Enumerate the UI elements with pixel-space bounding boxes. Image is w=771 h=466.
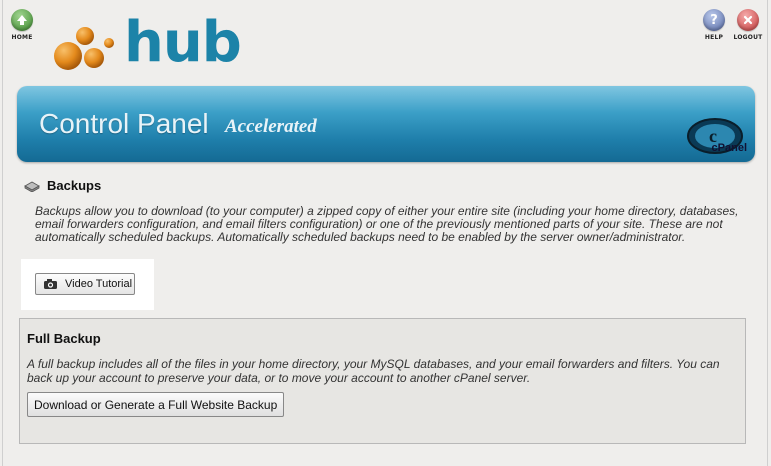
video-tutorial-button[interactable]: Video Tutorial	[35, 273, 135, 295]
banner-brand: cPanel	[711, 142, 747, 154]
logout-button[interactable]: LOGOUT	[730, 9, 766, 41]
full-backup-panel: Full Backup A full backup includes all o…	[19, 318, 746, 444]
full-backup-description: A full backup includes all of the files …	[27, 357, 720, 385]
video-tutorial-label: Video Tutorial	[65, 278, 133, 290]
backup-disk-icon	[24, 181, 40, 192]
logout-label: LOGOUT	[733, 34, 763, 41]
control-panel-banner: Control Panel Accelerated c cPanel	[17, 86, 755, 162]
section-title: Backups	[47, 178, 102, 193]
banner-title: Control Panel	[39, 108, 209, 139]
site-logo: hub	[52, 10, 252, 80]
full-backup-button[interactable]: Download or Generate a Full Website Back…	[27, 392, 285, 417]
help-icon: ?	[703, 9, 725, 31]
home-button[interactable]: HOME	[4, 9, 40, 41]
video-tutorial-highlight: Video Tutorial	[21, 259, 154, 310]
help-label: HELP	[704, 34, 724, 41]
full-backup-title: Full Backup	[27, 331, 101, 346]
section-description: Backups allow you to download (to your c…	[35, 204, 739, 245]
section-header: Backups	[24, 178, 101, 193]
camera-icon	[44, 279, 57, 289]
logout-icon	[737, 9, 759, 31]
banner-subtitle: Accelerated	[225, 116, 317, 137]
home-label: HOME	[11, 34, 33, 41]
home-icon	[11, 9, 33, 31]
logo-balls-icon	[54, 27, 114, 70]
help-button[interactable]: ? HELP	[696, 9, 732, 41]
logo-text: hub	[124, 10, 242, 75]
